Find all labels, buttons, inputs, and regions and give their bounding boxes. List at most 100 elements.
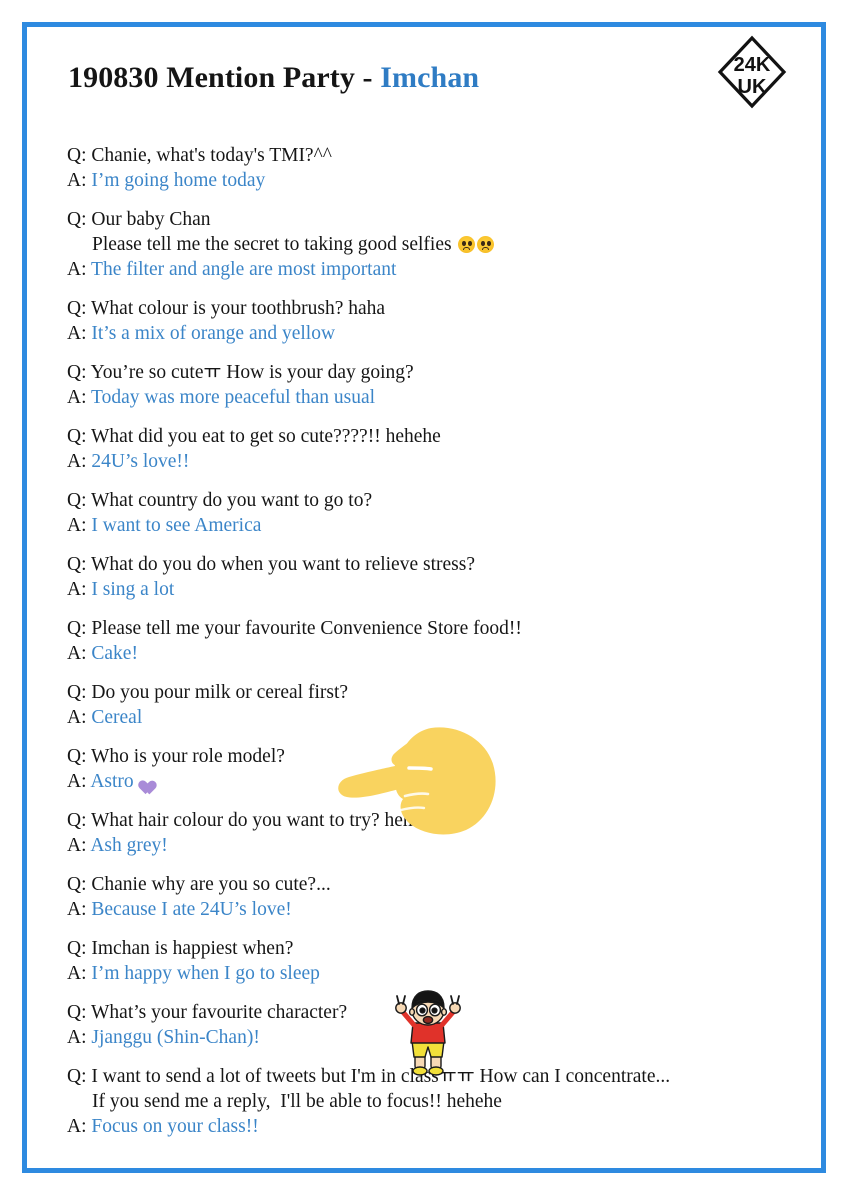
question-line: Q: What did you eat to get so cute????!!… — [67, 424, 787, 449]
question-tag: Q: — [67, 618, 92, 639]
question-text: What colour is your toothbrush? haha — [91, 298, 386, 319]
page-title-main: 190830 Mention Party - — [68, 61, 381, 94]
question-text: Chanie, what's today's TMI?^^ — [91, 145, 332, 166]
qa-block: Q: What country do you want to go to? A: … — [67, 488, 787, 538]
qa-block: Q: Chanie why are you so cute?... A: Beca… — [67, 872, 787, 922]
question-text: What did you eat to get so cute????!! he… — [91, 426, 441, 447]
answer-tag: A: — [67, 1027, 92, 1048]
answer-line: A: Cereal — [67, 705, 787, 730]
answer-tag: A: — [67, 387, 92, 408]
qa-block: Q: What colour is your toothbrush? haha A… — [67, 296, 787, 346]
question-line: Q: Who is your role model? — [67, 744, 787, 769]
qa-block: Q: Do you pour milk or cereal first? A: C… — [67, 680, 787, 730]
answer-text: I’m happy when I go to sleep — [91, 963, 320, 984]
question-tag: Q: — [67, 1002, 92, 1023]
question-text: Who is your role model? — [91, 746, 285, 767]
question-text: What hair colour do you want to try? heh… — [91, 810, 422, 831]
question-line: Q: You’re so cuteㅠ How is your day going… — [67, 360, 787, 385]
answer-line: A: The filter and angle are most importa… — [67, 257, 787, 282]
answer-line: A: I sing a lot — [67, 577, 787, 602]
question-tag: Q: — [67, 938, 92, 959]
qa-block: Q: What hair colour do you want to try? … — [67, 808, 787, 858]
answer-line: A: 24U’s love!! — [67, 449, 787, 474]
24k-uk-logo: 24K UK — [716, 33, 788, 111]
answer-tag: A: — [67, 643, 92, 664]
answer-text: I want to see America — [91, 515, 262, 536]
answer-line: A: I’m happy when I go to sleep — [67, 961, 787, 986]
answer-tag: A: — [67, 170, 92, 191]
question-line: If you send me a reply, I'll be able to … — [67, 1089, 787, 1114]
answer-line: A: I’m going home today — [67, 168, 787, 193]
question-text-cont: If you send me a reply, I'll be able to … — [92, 1091, 502, 1112]
answer-tag: A: — [67, 771, 91, 792]
answer-tag: A: — [67, 451, 92, 472]
answer-text: It’s a mix of orange and yellow — [91, 323, 336, 344]
answer-text: Astro — [90, 771, 134, 792]
page-title: 190830 Mention Party - Imchan — [68, 61, 479, 95]
qa-block: Q: What do you do when you want to relie… — [67, 552, 787, 602]
question-tag: Q: — [67, 490, 92, 511]
answer-text: Cereal — [91, 707, 143, 728]
qa-block: Q: Who is your role model? A: Astro — [67, 744, 787, 794]
question-line: Q: Imchan is happiest when? — [67, 936, 787, 961]
answer-line: A: Ash grey! — [67, 833, 787, 858]
qa-block: Q: Please tell me your favourite Conveni… — [67, 616, 787, 666]
question-line: Q: What do you do when you want to relie… — [67, 552, 787, 577]
answer-tag: A: — [67, 259, 92, 280]
question-line: Q: Do you pour milk or cereal first? — [67, 680, 787, 705]
question-line: Q: What country do you want to go to? — [67, 488, 787, 513]
question-line: Q: Chanie why are you so cute?... — [67, 872, 787, 897]
answer-tag: A: — [67, 899, 92, 920]
answer-line: A: Because I ate 24U’s love! — [67, 897, 787, 922]
answer-tag: A: — [67, 963, 92, 984]
answer-line: A: Astro — [67, 769, 787, 794]
question-tag: Q: — [67, 682, 92, 703]
worried-face-icon — [477, 236, 495, 253]
question-tag: Q: — [67, 1066, 92, 1087]
question-text: What do you do when you want to relieve … — [91, 554, 475, 575]
answer-tag: A: — [67, 579, 92, 600]
answer-line: A: Cake! — [67, 641, 787, 666]
question-text: Do you pour milk or cereal first? — [91, 682, 349, 703]
qa-block: Q: Imchan is happiest when? A: I’m happy … — [67, 936, 787, 986]
answer-line: A: Today was more peaceful than usual — [67, 385, 787, 410]
question-text: What country do you want to go to? — [91, 490, 373, 511]
answer-text: 24U’s love!! — [91, 451, 190, 472]
question-text: Our baby Chan — [91, 209, 211, 230]
question-tag: Q: — [67, 746, 92, 767]
shin-chan-character-icon — [395, 989, 461, 1077]
question-text: Imchan is happiest when? — [91, 938, 294, 959]
document-header: 190830 Mention Party - Imchan 24K UK — [27, 27, 821, 127]
answer-text: Ash grey! — [90, 835, 168, 856]
question-text: You’re so cuteㅠ How is your day going? — [90, 362, 414, 383]
question-tag: Q: — [67, 554, 92, 575]
question-tag: Q: — [67, 426, 92, 447]
question-line: Q: What hair colour do you want to try? … — [67, 808, 787, 833]
answer-text: I sing a lot — [91, 579, 175, 600]
question-tag: Q: — [67, 874, 92, 895]
qa-block: Q: Chanie, what's today's TMI?^^ A: I’m g… — [67, 143, 787, 193]
answer-tag: A: — [67, 323, 92, 344]
page-frame: 190830 Mention Party - Imchan 24K UK Q: … — [22, 22, 826, 1173]
question-text: What’s your favourite character? — [91, 1002, 348, 1023]
question-line: Please tell me the secret to taking good… — [67, 232, 787, 257]
answer-text: Jjanggu (Shin-Chan)! — [91, 1027, 260, 1048]
qa-block: Q: What did you eat to get so cute????!!… — [67, 424, 787, 474]
answer-tag: A: — [67, 835, 91, 856]
answer-tag: A: — [67, 707, 92, 728]
question-tag: Q: — [67, 298, 92, 319]
page-title-accent: Imchan — [380, 61, 480, 94]
question-text: Please tell me your favourite Convenienc… — [91, 618, 522, 639]
answer-line: A: It’s a mix of orange and yellow — [67, 321, 787, 346]
answer-text: I’m going home today — [91, 170, 266, 191]
question-text-cont: Please tell me the secret to taking good… — [92, 234, 457, 255]
answer-text: Today was more peaceful than usual — [91, 387, 376, 408]
question-line: Q: Please tell me your favourite Conveni… — [67, 616, 787, 641]
question-text: Chanie why are you so cute?... — [91, 874, 331, 895]
question-tag: Q: — [67, 362, 91, 383]
answer-text: Cake! — [91, 643, 138, 664]
qa-block: Q: Our baby Chan Please tell me the secre… — [67, 207, 787, 282]
qa-block: Q: You’re so cuteㅠ How is your day going… — [67, 360, 787, 410]
question-text: I want to send a lot of tweets but I'm i… — [91, 1066, 671, 1087]
question-tag: Q: — [67, 810, 92, 831]
